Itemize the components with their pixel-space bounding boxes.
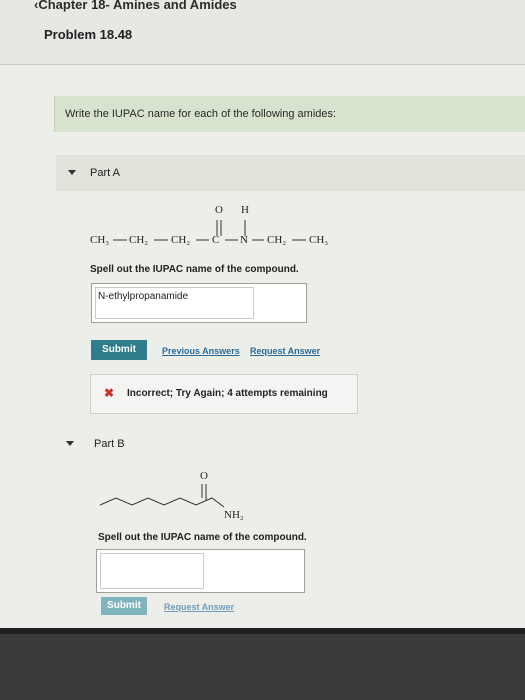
ch3-left: CH₃ (90, 234, 110, 246)
nitrogen-label: N (240, 234, 248, 246)
bond-lines (113, 220, 306, 241)
triangle-down-icon[interactable] (66, 441, 74, 446)
part-b-submit-button[interactable]: Submit (101, 597, 147, 615)
nh2-label: NH₂ (224, 509, 244, 521)
ch2-second: CH₂ (171, 234, 191, 246)
part-a-request-answer-link[interactable]: Request Answer (250, 346, 320, 356)
ch2-first: CH₂ (129, 234, 149, 246)
triangle-down-icon[interactable] (68, 170, 76, 175)
part-b-request-answer-link[interactable]: Request Answer (164, 602, 234, 612)
ch3-right: CH₃ (309, 234, 329, 246)
part-a-prompt: Spell out the IUPAC name of the compound… (90, 264, 299, 275)
chapter-title: Chapter 18- Amines and Amides (38, 0, 237, 12)
part-a-answer-input[interactable]: N-ethylpropanamide (95, 287, 254, 319)
part-a-submit-button[interactable]: Submit (91, 340, 147, 360)
ch2-third: CH₂ (267, 234, 287, 246)
skeletal-chain (99, 484, 225, 508)
part-b-label: Part B (94, 438, 125, 450)
instruction-bar: Write the IUPAC name for each of the fol… (54, 96, 525, 132)
part-a-label: Part A (90, 167, 120, 179)
incorrect-feedback: ✖ Incorrect; Try Again; 4 attempts remai… (90, 374, 358, 414)
header: ‹Chapter 18- Amines and Amides Problem 1… (0, 0, 525, 65)
part-b-answer-box[interactable] (96, 549, 305, 593)
chapter-back-link[interactable]: ‹Chapter 18- Amines and Amides (34, 0, 237, 12)
part-b-answer-input[interactable] (100, 553, 204, 589)
carbonyl-carbon: C (212, 234, 220, 246)
screen: ‹Chapter 18- Amines and Amides Problem 1… (0, 0, 525, 634)
part-b-prompt: Spell out the IUPAC name of the compound… (98, 532, 307, 543)
x-mark-icon: ✖ (104, 386, 115, 400)
part-b-header[interactable]: Part B (56, 428, 525, 458)
part-a-answer-box[interactable]: N-ethylpropanamide (91, 283, 307, 323)
instruction-text: Write the IUPAC name for each of the fol… (65, 108, 337, 120)
previous-answers-link[interactable]: Previous Answers (162, 346, 240, 356)
feedback-text: Incorrect; Try Again; 4 attempts remaini… (127, 388, 328, 399)
part-a-header[interactable]: Part A (56, 155, 525, 191)
problem-title: Problem 18.48 (44, 27, 133, 42)
